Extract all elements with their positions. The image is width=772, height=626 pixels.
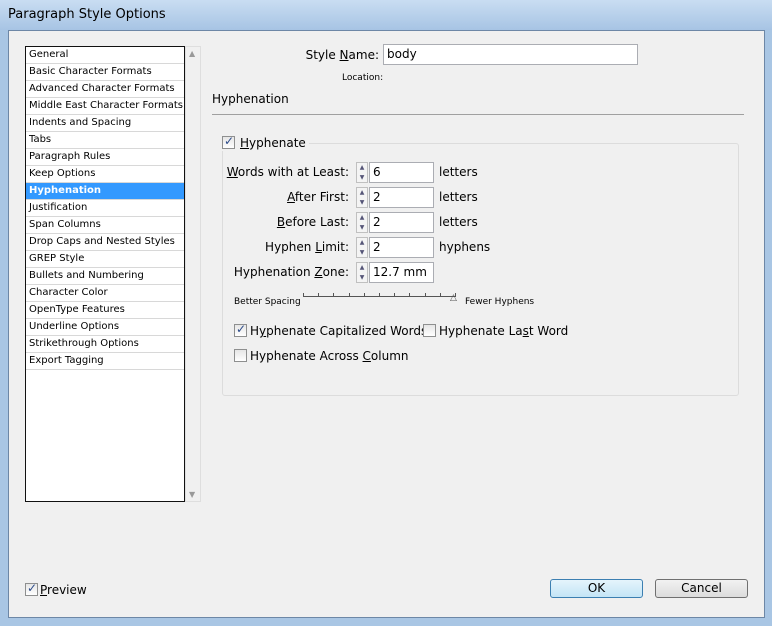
slider-right-label: Fewer Hyphens — [465, 297, 535, 307]
sidebar-item[interactable]: Keep Options — [26, 166, 184, 183]
down-arrow-icon[interactable]: ▼ — [357, 223, 367, 233]
stepper[interactable]: ▲ ▼ — [356, 162, 368, 183]
field-label: Before Last: — [276, 215, 349, 229]
checkbox[interactable] — [234, 349, 247, 362]
field-label: Hyphen Limit: — [265, 240, 349, 254]
stepper[interactable]: ▲ ▼ — [356, 262, 368, 283]
sidebar-item[interactable]: Middle East Character Formats — [26, 98, 184, 115]
slider-tick — [379, 293, 380, 297]
slider-tick — [409, 293, 411, 297]
sidebar-item[interactable]: Drop Caps and Nested Styles — [26, 234, 184, 251]
slider-tick — [303, 293, 304, 297]
style-name-label: Style Name: — [305, 48, 379, 62]
stepper[interactable]: ▲ ▼ — [356, 187, 368, 208]
field-unit: letters — [439, 215, 478, 229]
slider-tick — [439, 293, 441, 297]
up-arrow-icon[interactable]: ▲ — [357, 213, 367, 223]
option-checkbox[interactable]: Hyphenate Capitalized Words — [234, 322, 428, 339]
sidebar-item[interactable]: Advanced Character Formats — [26, 81, 184, 98]
up-arrow-icon[interactable]: ▲ — [357, 263, 367, 273]
section-title: Hyphenation — [212, 92, 289, 106]
field-input[interactable]: 12.7 mm — [369, 262, 434, 283]
sidebar-item[interactable]: Span Columns — [26, 217, 184, 234]
field-label: Words with at Least: — [226, 165, 349, 179]
up-arrow-icon[interactable]: ▲ — [357, 238, 367, 248]
field-unit: letters — [439, 165, 478, 179]
window-title: Paragraph Style Options — [8, 7, 166, 22]
field-label: After First: — [287, 190, 349, 204]
hyphenate-checkbox[interactable]: Hyphenate — [219, 134, 309, 151]
sidebar-item[interactable]: Paragraph Rules — [26, 149, 184, 166]
slider-left-label: Better Spacing — [234, 297, 301, 307]
down-arrow-icon[interactable]: ▼ — [357, 273, 367, 283]
style-name-input[interactable]: body — [383, 44, 638, 65]
field-unit: hyphens — [439, 240, 491, 254]
sidebar-item[interactable]: Underline Options — [26, 319, 184, 336]
slider-tick — [333, 293, 335, 297]
field-input[interactable]: 2 — [369, 237, 434, 258]
cancel-button[interactable]: Cancel — [655, 579, 748, 598]
title-bar: Paragraph Style Options — [0, 0, 772, 30]
preview-checkbox[interactable]: Preview — [25, 581, 87, 598]
checkbox[interactable] — [234, 322, 247, 337]
sidebar-item[interactable]: General — [26, 47, 184, 64]
up-arrow-icon[interactable]: ▲ — [357, 163, 367, 173]
down-arrow-icon[interactable]: ▼ — [357, 248, 367, 258]
option-label: Hyphenate Capitalized Words — [250, 324, 428, 338]
slider-tick — [394, 293, 396, 297]
checkbox[interactable] — [25, 581, 38, 596]
option-checkbox[interactable]: Hyphenate Last Word — [423, 323, 568, 339]
field-unit: letters — [439, 190, 478, 204]
slider-tick — [363, 293, 365, 297]
field-input[interactable]: 2 — [369, 212, 434, 233]
option-label: Hyphenate Across Column — [250, 349, 409, 363]
slider-tick — [318, 293, 320, 297]
sidebar-item[interactable]: Indents and Spacing — [26, 115, 184, 132]
down-arrow-icon[interactable]: ▼ — [357, 198, 367, 208]
checkbox[interactable] — [222, 134, 235, 149]
sidebar-item[interactable]: Tabs — [26, 132, 184, 149]
slider-tick — [424, 293, 426, 297]
sidebar-item[interactable]: Basic Character Formats — [26, 64, 184, 81]
stepper[interactable]: ▲ ▼ — [356, 237, 368, 258]
dialog: General Basic Character Formats Advanced C… — [8, 30, 765, 618]
checkbox[interactable] — [423, 324, 436, 337]
option-label: Hyphenate Last Word — [439, 324, 569, 338]
down-arrow-icon[interactable]: ▼ — [357, 173, 367, 183]
sidebar-item[interactable]: Justification — [26, 200, 184, 217]
sidebar-item[interactable]: OpenType Features — [26, 302, 184, 319]
option-checkbox[interactable]: Hyphenate Across Column — [234, 348, 409, 364]
slider-thumb[interactable]: △ — [450, 293, 457, 303]
sidebar-item[interactable]: Strikethrough Options — [26, 336, 184, 353]
sidebar-item[interactable]: Hyphenation — [26, 183, 184, 200]
field-input[interactable]: 2 — [369, 187, 434, 208]
up-arrow-icon[interactable]: ▲ — [357, 188, 367, 198]
location-label: Location: — [342, 73, 384, 83]
sidebar-item[interactable]: Export Tagging — [26, 353, 184, 370]
sidebar-item[interactable]: GREP Style — [26, 251, 184, 268]
sidebar-item[interactable]: Character Color — [26, 285, 184, 302]
hyphenate-label: Hyphenate — [240, 136, 306, 150]
preview-label: Preview — [40, 583, 87, 597]
stepper[interactable]: ▲ ▼ — [356, 212, 368, 233]
category-list[interactable]: General Basic Character Formats Advanced C… — [25, 46, 185, 502]
field-label: Hyphenation Zone: — [233, 265, 349, 279]
divider — [212, 114, 744, 115]
sidebar-item[interactable]: Bullets and Numbering — [26, 268, 184, 285]
slider-tick — [348, 293, 350, 297]
field-input[interactable]: 6 — [369, 162, 434, 183]
ok-button[interactable]: OK — [550, 579, 643, 598]
